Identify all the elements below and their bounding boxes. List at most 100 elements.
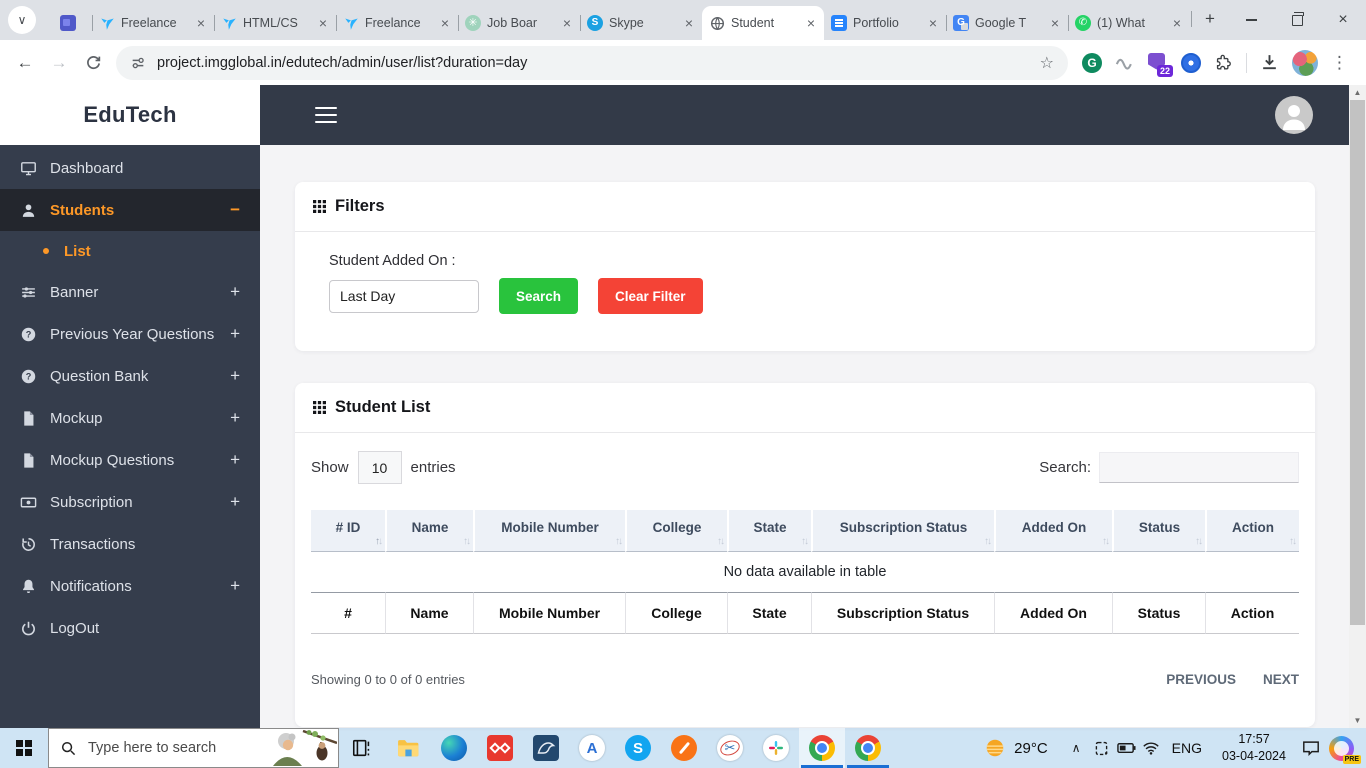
expand-plus-icon[interactable]: + [230, 450, 240, 470]
window-minimize-button[interactable] [1228, 0, 1274, 40]
user-avatar[interactable] [1275, 96, 1313, 134]
column-header-name[interactable]: Name ↑↓ [385, 510, 473, 552]
omnibox[interactable]: project.imgglobal.in/edutech/admin/user/… [116, 45, 1068, 80]
page-size-input[interactable] [357, 451, 402, 484]
site-info-icon[interactable] [130, 55, 146, 71]
chrome-second-button[interactable] [845, 728, 891, 768]
tab-close-icon[interactable]: × [1049, 15, 1061, 31]
tab-search-button[interactable]: ∨ [8, 6, 36, 34]
grammarly-extension-icon[interactable]: G [1082, 52, 1102, 73]
sidebar-item-previous-year-questions[interactable]: ? Previous Year Questions + [0, 313, 260, 355]
purple-extension-icon[interactable]: 22 [1148, 52, 1173, 77]
skype-button[interactable]: S [615, 728, 661, 768]
new-tab-button[interactable]: + [1191, 5, 1224, 33]
doodle-image[interactable] [265, 730, 337, 766]
taskbar-search-box[interactable] [48, 728, 339, 768]
expand-plus-icon[interactable]: + [230, 282, 240, 302]
column-header-action[interactable]: Action ↑↓ [1205, 510, 1299, 552]
tab-close-icon[interactable]: × [439, 15, 451, 31]
sidebar-item-transactions[interactable]: Transactions [0, 523, 260, 565]
sidebar-item-notifications[interactable]: Notifications + [0, 565, 260, 607]
tab-close-icon[interactable]: × [683, 15, 695, 31]
column-header-added-on[interactable]: Added On ↑↓ [994, 510, 1112, 552]
forward-button[interactable]: → [42, 46, 76, 80]
language-indicator[interactable]: ENG [1172, 740, 1202, 756]
expand-plus-icon[interactable]: + [230, 492, 240, 512]
battery-icon[interactable] [1114, 742, 1139, 754]
clear-filter-button[interactable]: Clear Filter [598, 278, 703, 314]
tab-freelance-2[interactable]: Freelance × [336, 6, 458, 40]
taskbar-search-input[interactable] [86, 739, 230, 757]
column-header-subscription-status[interactable]: Subscription Status ↑↓ [811, 510, 994, 552]
tab-htmlcss[interactable]: HTML/CS × [214, 6, 336, 40]
tab-whatsapp[interactable]: ✆ (1) What × [1068, 6, 1190, 40]
wifi-icon[interactable] [1139, 741, 1164, 755]
tab-job-board[interactable]: ✳ Job Boar × [458, 6, 580, 40]
expand-plus-icon[interactable]: + [230, 366, 240, 386]
expand-plus-icon[interactable]: + [230, 576, 240, 596]
blue-circle-extension-icon[interactable] [1181, 52, 1201, 73]
slack-button[interactable] [753, 728, 799, 768]
start-button[interactable] [0, 728, 48, 768]
tab-freelance-1[interactable]: Freelance × [92, 6, 214, 40]
edge-button[interactable] [431, 728, 477, 768]
notification-center-icon[interactable] [1298, 739, 1323, 757]
wave-extension-icon[interactable] [1115, 56, 1135, 70]
tab-skype[interactable]: S Skype × [580, 6, 702, 40]
column-header-college[interactable]: College ↑↓ [625, 510, 727, 552]
browser-menu-icon[interactable]: ⋮ [1331, 53, 1348, 73]
sidebar-item-students[interactable]: Students − [0, 189, 260, 231]
orange-pen-app-button[interactable] [661, 728, 707, 768]
expand-plus-icon[interactable]: + [230, 408, 240, 428]
scrollbar-thumb[interactable] [1350, 100, 1365, 625]
tab-close-icon[interactable]: × [195, 15, 207, 31]
copilot-icon[interactable]: PRE [1329, 735, 1361, 764]
sidebar-item-mockup-questions[interactable]: Mockup Questions + [0, 439, 260, 481]
a-compass-app-button[interactable]: A [569, 728, 615, 768]
sidebar-item-logout[interactable]: LogOut [0, 607, 260, 649]
task-view-button[interactable] [339, 728, 385, 768]
collapse-minus-icon[interactable]: − [230, 200, 240, 220]
column-header-state[interactable]: State ↑↓ [727, 510, 811, 552]
refresh-button[interactable] [76, 46, 110, 80]
tab-close-icon[interactable]: × [1171, 15, 1183, 31]
file-explorer-button[interactable] [385, 728, 431, 768]
search-button[interactable]: Search [499, 278, 579, 314]
window-restore-button[interactable] [1274, 0, 1320, 40]
url-text[interactable]: project.imgglobal.in/edutech/admin/user/… [157, 55, 1029, 71]
column-header-status[interactable]: Status ↑↓ [1112, 510, 1205, 552]
tab-google-translate[interactable]: G Google T × [946, 6, 1068, 40]
sidebar-item-dashboard[interactable]: Dashboard [0, 147, 260, 189]
tablet-mode-icon[interactable] [1089, 740, 1114, 757]
red-diamonds-app-button[interactable] [477, 728, 523, 768]
tab-student-active[interactable]: Student × [702, 6, 824, 40]
scroll-up-arrow-icon[interactable]: ▲ [1354, 88, 1362, 97]
sidebar-item-mockup[interactable]: Mockup + [0, 397, 260, 439]
mysql-workbench-button[interactable] [523, 728, 569, 768]
hamburger-menu-icon[interactable] [315, 107, 337, 122]
tab-portfolio[interactable]: Portfolio × [824, 6, 946, 40]
tray-expand-chevron-icon[interactable]: ∧ [1064, 741, 1089, 755]
tab-close-icon[interactable]: × [927, 15, 939, 31]
extensions-puzzle-icon[interactable] [1214, 53, 1233, 72]
column-header-id[interactable]: # ID ↑↓ [311, 510, 385, 552]
window-close-button[interactable]: × [1320, 0, 1366, 40]
column-header-mobile[interactable]: Mobile Number ↑↓ [473, 510, 625, 552]
tab-close-icon[interactable]: × [561, 15, 573, 31]
previous-page-button[interactable]: PREVIOUS [1166, 672, 1236, 687]
next-page-button[interactable]: NEXT [1263, 672, 1299, 687]
back-button[interactable]: ← [8, 46, 42, 80]
snipping-tool-button[interactable]: ✂ [707, 728, 753, 768]
taskbar-clock[interactable]: 17:57 03-04-2024 [1218, 731, 1290, 765]
bookmark-star-icon[interactable]: ☆ [1040, 53, 1054, 73]
sidebar-item-subscription[interactable]: Subscription + [0, 481, 260, 523]
browser-scrollbar[interactable]: ▲ ▼ [1349, 85, 1366, 728]
tab-close-icon[interactable]: × [805, 15, 817, 31]
scroll-down-arrow-icon[interactable]: ▼ [1354, 716, 1362, 725]
weather-widget[interactable]: 29°C [984, 737, 1048, 759]
sidebar-item-question-bank[interactable]: ? Question Bank + [0, 355, 260, 397]
tab-close-icon[interactable]: × [317, 15, 329, 31]
browser-profile-avatar[interactable] [1292, 49, 1318, 76]
sidebar-subitem-list[interactable]: List [0, 231, 260, 271]
student-added-on-input[interactable] [329, 279, 479, 313]
